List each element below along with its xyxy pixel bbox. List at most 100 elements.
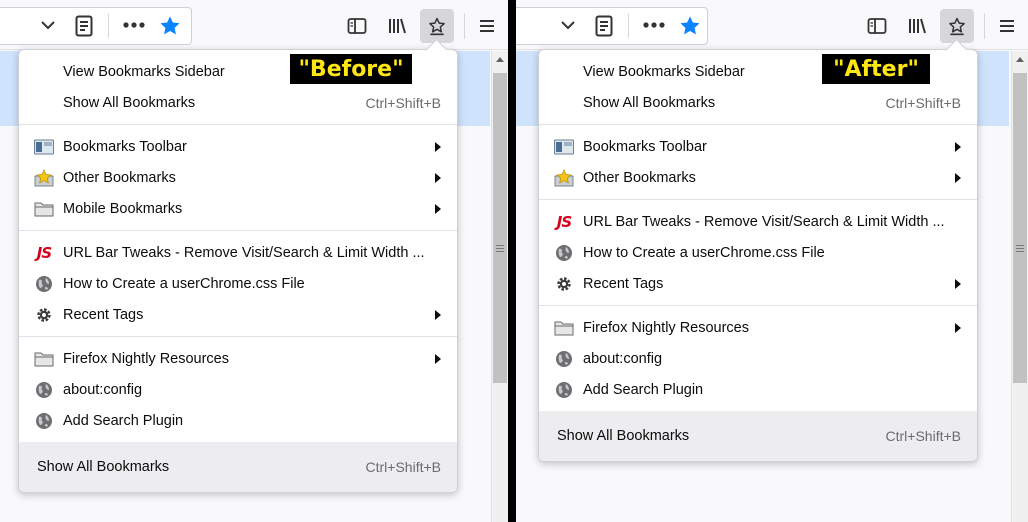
bookmarks-menu: View Bookmarks Sidebar Show All Bookmark… bbox=[18, 49, 458, 493]
submenu-arrow-icon bbox=[435, 141, 441, 152]
toolbar-divider bbox=[984, 13, 985, 39]
userchrome-item[interactable]: How to Create a userChrome.css File bbox=[19, 268, 457, 299]
footer-label: Show All Bookmarks bbox=[37, 459, 170, 475]
library-button[interactable] bbox=[380, 9, 414, 43]
menu-section-unsorted: Firefox Nightly Resources about:config A… bbox=[19, 337, 457, 442]
app-menu-button[interactable] bbox=[470, 9, 504, 43]
url-bar[interactable] bbox=[516, 7, 708, 45]
scroll-thumb[interactable] bbox=[493, 73, 507, 383]
item-label: Add Search Plugin bbox=[63, 412, 184, 429]
gear-icon bbox=[554, 274, 574, 293]
library-button[interactable] bbox=[900, 9, 934, 43]
shortcut-label: Ctrl+Shift+B bbox=[365, 94, 441, 111]
item-label: Recent Tags bbox=[63, 306, 144, 323]
before-tag: "Before" bbox=[290, 54, 412, 84]
item-label: Bookmarks Toolbar bbox=[583, 138, 707, 155]
chevron-down-icon[interactable] bbox=[41, 20, 55, 30]
reader-view-icon[interactable] bbox=[595, 15, 613, 37]
page-actions-icon[interactable] bbox=[643, 22, 665, 28]
show-all-bookmarks-item[interactable]: Show All Bookmarks Ctrl+Shift+B bbox=[19, 87, 457, 118]
toolbar-divider bbox=[464, 13, 465, 39]
url-bar[interactable] bbox=[0, 7, 192, 45]
sidebar-button[interactable] bbox=[860, 9, 894, 43]
footer-shortcut: Ctrl+Shift+B bbox=[885, 428, 961, 444]
item-label: about:config bbox=[583, 350, 663, 367]
about-config-item[interactable]: about:config bbox=[19, 374, 457, 405]
sidebar-icon bbox=[347, 18, 367, 34]
menu-section-unsorted: Firefox Nightly Resources about:config A… bbox=[539, 306, 977, 411]
item-label: Other Bookmarks bbox=[63, 169, 176, 186]
menu-section-recent: JS URL Bar Tweaks - Remove Visit/Search … bbox=[19, 231, 457, 337]
globe-icon bbox=[34, 380, 54, 399]
reader-view-icon[interactable] bbox=[75, 15, 93, 37]
add-search-plugin-item[interactable]: Add Search Plugin bbox=[19, 405, 457, 436]
menu-section-folders: Bookmarks Toolbar Other Bookmarks bbox=[539, 125, 977, 200]
gear-icon bbox=[34, 305, 54, 324]
after-tag: "After" bbox=[822, 54, 930, 84]
item-label: Add Search Plugin bbox=[583, 381, 704, 398]
firefox-nightly-resources-item[interactable]: Firefox Nightly Resources bbox=[19, 343, 457, 374]
show-all-bookmarks-item[interactable]: Show All Bookmarks Ctrl+Shift+B bbox=[539, 87, 977, 118]
add-search-plugin-item[interactable]: Add Search Plugin bbox=[539, 374, 977, 405]
submenu-arrow-icon bbox=[955, 322, 961, 333]
folder-icon bbox=[554, 318, 574, 337]
hamburger-icon bbox=[1000, 20, 1014, 32]
shortcut-label: Ctrl+Shift+B bbox=[885, 94, 961, 111]
url-bar-tweaks-item[interactable]: JS URL Bar Tweaks - Remove Visit/Search … bbox=[539, 206, 977, 237]
mobile-bookmarks-item[interactable]: Mobile Bookmarks bbox=[19, 193, 457, 224]
page-scrollbar[interactable] bbox=[1011, 51, 1028, 522]
submenu-arrow-icon bbox=[955, 141, 961, 152]
urlbar-divider bbox=[628, 14, 629, 38]
bookmark-star-icon[interactable] bbox=[679, 15, 701, 37]
item-label: How to Create a userChrome.css File bbox=[583, 244, 825, 261]
item-label: Show All Bookmarks bbox=[583, 94, 716, 111]
submenu-arrow-icon bbox=[435, 309, 441, 320]
bookmarks-menu-button[interactable] bbox=[420, 9, 454, 43]
bookmarks-menu-icon bbox=[429, 17, 445, 36]
bookmarks-toolbar-item[interactable]: Bookmarks Toolbar bbox=[19, 131, 457, 162]
scroll-thumb[interactable] bbox=[1013, 73, 1027, 383]
firefox-nightly-resources-item[interactable]: Firefox Nightly Resources bbox=[539, 312, 977, 343]
show-all-bookmarks-footer[interactable]: Show All Bookmarks Ctrl+Shift+B bbox=[539, 411, 977, 461]
globe-icon bbox=[34, 274, 54, 293]
footer-label: Show All Bookmarks bbox=[557, 428, 690, 444]
menu-section-folders: Bookmarks Toolbar Other Bookmarks Mobile… bbox=[19, 125, 457, 231]
folder-icon bbox=[34, 199, 54, 218]
other-bookmarks-icon bbox=[34, 168, 54, 187]
globe-icon bbox=[34, 411, 54, 430]
item-label: Firefox Nightly Resources bbox=[583, 319, 749, 336]
after-panel: View Bookmarks Sidebar Show All Bookmark… bbox=[516, 0, 1028, 522]
scroll-up-arrow[interactable] bbox=[1016, 57, 1024, 62]
other-bookmarks-item[interactable]: Other Bookmarks bbox=[539, 162, 977, 193]
sidebar-button[interactable] bbox=[340, 9, 374, 43]
item-label: URL Bar Tweaks - Remove Visit/Search & L… bbox=[63, 244, 425, 261]
item-label: about:config bbox=[63, 381, 143, 398]
userchrome-item[interactable]: How to Create a userChrome.css File bbox=[539, 237, 977, 268]
submenu-arrow-icon bbox=[435, 172, 441, 183]
item-label: Recent Tags bbox=[583, 275, 664, 292]
bookmarks-toolbar-item[interactable]: Bookmarks Toolbar bbox=[539, 131, 977, 162]
scroll-up-arrow[interactable] bbox=[496, 57, 504, 62]
js-favicon-icon: JS bbox=[556, 212, 572, 231]
bookmarks-menu-icon bbox=[949, 17, 965, 36]
globe-icon bbox=[554, 349, 574, 368]
item-label: URL Bar Tweaks - Remove Visit/Search & L… bbox=[583, 213, 945, 230]
item-label: Mobile Bookmarks bbox=[63, 200, 183, 217]
show-all-bookmarks-footer[interactable]: Show All Bookmarks Ctrl+Shift+B bbox=[19, 442, 457, 492]
recent-tags-item[interactable]: Recent Tags bbox=[539, 268, 977, 299]
recent-tags-item[interactable]: Recent Tags bbox=[19, 299, 457, 330]
page-actions-icon[interactable] bbox=[123, 22, 145, 28]
chevron-down-icon[interactable] bbox=[561, 20, 575, 30]
hamburger-icon bbox=[480, 20, 494, 32]
item-label: Show All Bookmarks bbox=[63, 94, 196, 111]
page-scrollbar[interactable] bbox=[491, 51, 508, 522]
other-bookmarks-item[interactable]: Other Bookmarks bbox=[19, 162, 457, 193]
bookmark-star-icon[interactable] bbox=[159, 15, 181, 37]
item-label: Other Bookmarks bbox=[583, 169, 696, 186]
app-menu-button[interactable] bbox=[990, 9, 1024, 43]
url-bar-tweaks-item[interactable]: JS URL Bar Tweaks - Remove Visit/Search … bbox=[19, 237, 457, 268]
about-config-item[interactable]: about:config bbox=[539, 343, 977, 374]
sidebar-icon bbox=[867, 18, 887, 34]
thumb-grip bbox=[496, 245, 504, 252]
bookmarks-menu-button[interactable] bbox=[940, 9, 974, 43]
